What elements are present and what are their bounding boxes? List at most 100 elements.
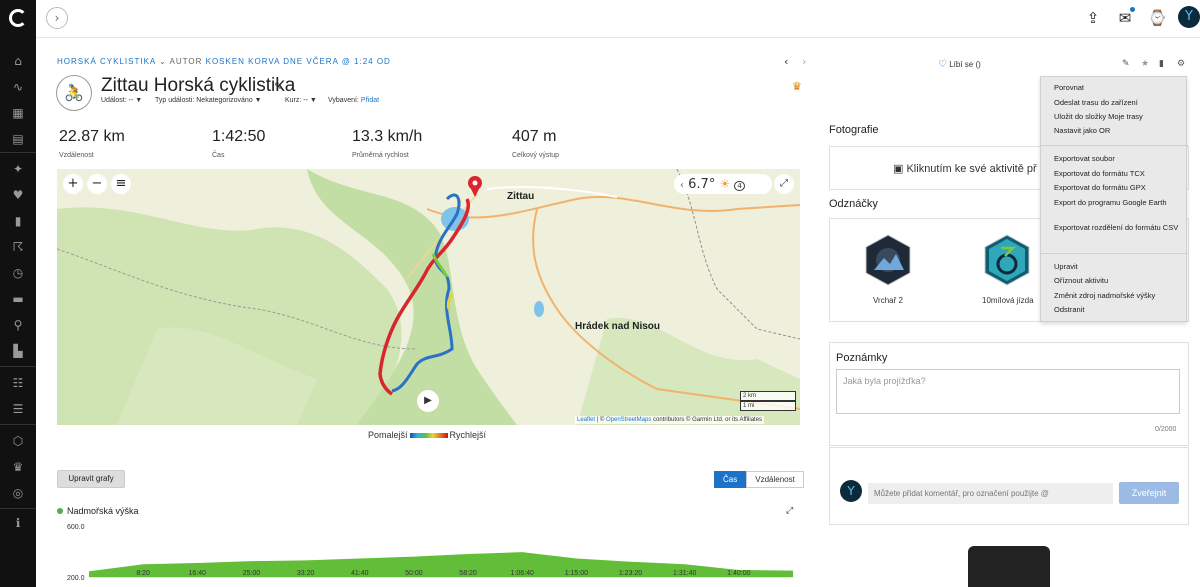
- chart-expand-icon[interactable]: ⤢: [786, 506, 793, 516]
- stat-distance: 22.87 km Vzdálenost: [59, 128, 125, 159]
- device-image: [968, 546, 1050, 587]
- elevation-chart-title: Nadmořská výška: [57, 506, 139, 516]
- shoe-icon[interactable]: ▬: [11, 292, 25, 306]
- notes-title: Poznámky: [836, 352, 888, 364]
- edit-title-icon[interactable]: ✎: [274, 80, 283, 93]
- garmin-logo[interactable]: [9, 9, 27, 27]
- reports-icon[interactable]: ▮: [11, 214, 25, 228]
- menu-item-save-course[interactable]: Uložit do složky Moje trasy: [1054, 112, 1179, 122]
- running-icon[interactable]: ☈: [11, 240, 25, 254]
- challenge-icon[interactable]: ◎: [11, 486, 25, 500]
- speed-legend: Pomalejší Rychlejší: [368, 430, 486, 440]
- stat-label: Celkový výstup: [512, 152, 560, 159]
- menu-item-export-csv[interactable]: Exportovat rozdělení do formátu CSV: [1054, 223, 1179, 233]
- activity-title[interactable]: Zittau Horská cyklistika: [101, 75, 295, 97]
- badges-icon[interactable]: ⬡: [11, 434, 25, 448]
- toggle-distance-button[interactable]: Vzdálenost: [746, 471, 804, 488]
- training-icon[interactable]: ✦: [11, 162, 25, 176]
- x-tick-label: 25:00: [243, 570, 261, 577]
- menu-divider: [1041, 253, 1188, 254]
- stat-value: 22.87 km: [59, 128, 125, 145]
- expand-sidebar-button[interactable]: ›: [46, 7, 68, 29]
- timer-icon[interactable]: ◷: [11, 266, 25, 280]
- menu-item-export-gpx[interactable]: Exportovat do formátu GPX: [1054, 183, 1179, 193]
- menu-item-delete[interactable]: Odstranit: [1054, 305, 1179, 315]
- stat-label: Čas: [212, 152, 225, 159]
- x-tick-label: 50:00: [405, 570, 423, 577]
- menu-item-trim[interactable]: Oříznout aktivitu: [1054, 276, 1179, 286]
- home-icon[interactable]: ⌂: [11, 54, 25, 68]
- menu-item-change-elevation[interactable]: Změnit zdroj nadmořské výšky: [1054, 291, 1179, 301]
- play-route-button[interactable]: ▶: [417, 390, 439, 412]
- badge-10-mile-icon[interactable]: [983, 234, 1031, 286]
- event-type-dropdown[interactable]: Typ události: Nekategorizováno ▼: [155, 97, 262, 104]
- course-dropdown[interactable]: Kurz: -- ▼: [285, 97, 317, 104]
- layers-icon[interactable]: ≡: [111, 174, 131, 194]
- add-gear-link[interactable]: Přidat: [361, 97, 379, 104]
- series-dot: [57, 508, 63, 514]
- map-label-city1: Zittau: [507, 191, 534, 202]
- weather-widget[interactable]: ‹ 6.7° ☀ 4: [674, 174, 772, 194]
- gear-icon[interactable]: ⚙: [1177, 59, 1185, 69]
- photo-upload-prompt[interactable]: ▣ Kliknutím ke své aktivitě př: [893, 162, 1037, 175]
- route-map[interactable]: Zittau Hrádek nad Nisou + − ≡ ‹ 6.7° ☀ 4…: [57, 169, 800, 425]
- x-tick-label: 41:40: [351, 570, 369, 577]
- breadcrumb: HORSKÁ CYKLISTIKA ⌄ AUTOR KOSKEN KORVA D…: [57, 57, 391, 66]
- next-activity-button[interactable]: ›: [802, 55, 806, 68]
- menu-item-edit[interactable]: Upravit: [1054, 262, 1179, 272]
- menu-item-export-google-earth[interactable]: Export do programu Google Earth: [1054, 198, 1179, 208]
- x-tick-label: 8:20: [136, 570, 150, 577]
- calendar-icon[interactable]: ▦: [11, 106, 25, 120]
- trophy-icon[interactable]: ♛: [792, 80, 802, 93]
- zoom-in-button[interactable]: +: [63, 174, 83, 194]
- groups-icon[interactable]: ☰: [11, 402, 25, 416]
- x-axis-toggle: Čas Vzdálenost: [714, 471, 804, 488]
- breadcrumb-author[interactable]: KOSKEN KORVA: [206, 57, 280, 66]
- user-avatar[interactable]: Y: [1178, 6, 1200, 28]
- x-tick-label: 1:40:00: [727, 570, 750, 577]
- device-icon[interactable]: ⌚: [1148, 9, 1167, 27]
- like-button[interactable]: ♡ Líbí se (): [938, 59, 981, 70]
- leaflet-link[interactable]: Leaflet: [577, 417, 595, 423]
- zoom-out-button[interactable]: −: [87, 174, 107, 194]
- badge-climber-icon[interactable]: [864, 234, 912, 286]
- x-tick-label: 1:23:20: [619, 570, 642, 577]
- publish-button[interactable]: Zveřejnit: [1119, 482, 1179, 504]
- notes-char-count: 0/2000: [1155, 426, 1177, 433]
- attribution-text: contributors © Garmin Ltd. or its Affili…: [651, 417, 763, 423]
- menu-item-compare[interactable]: Porovnat: [1054, 83, 1179, 93]
- edit-graphs-button[interactable]: Upravit grafy: [57, 470, 125, 488]
- trophy-icon[interactable]: ♛: [11, 460, 25, 474]
- map-fullscreen-icon[interactable]: ⤢: [774, 174, 794, 194]
- breadcrumb-category[interactable]: HORSKÁ CYKLISTIKA: [57, 57, 156, 66]
- osm-link[interactable]: OpenStreetMaps: [606, 417, 651, 423]
- sidebar-divider: [0, 152, 36, 153]
- info-icon[interactable]: ℹ: [11, 516, 25, 530]
- menu-item-send-course[interactable]: Odeslat trasu do zařízení: [1054, 98, 1179, 108]
- camera-icon: ▣: [893, 162, 904, 175]
- news-icon[interactable]: ▤: [11, 132, 25, 146]
- stats-icon[interactable]: ▙: [11, 344, 25, 358]
- x-tick-label: 16:40: [189, 570, 207, 577]
- star-icon[interactable]: ★: [1141, 59, 1149, 69]
- toggle-time-button[interactable]: Čas: [714, 471, 747, 488]
- edit-icon[interactable]: ✎: [1122, 59, 1130, 69]
- menu-item-export-tcx[interactable]: Exportovat do formátu TCX: [1054, 169, 1179, 179]
- prev-activity-button[interactable]: ‹: [784, 55, 788, 68]
- stat-elevation-gain: 407 m Celkový výstup: [512, 128, 559, 159]
- lock-icon[interactable]: ▮: [1159, 59, 1164, 69]
- comment-input[interactable]: Můžete přidat komentář, pro označení pou…: [868, 483, 1113, 504]
- health-icon[interactable]: ♥: [11, 188, 25, 202]
- sidebar-divider: [0, 424, 36, 425]
- activity-icon[interactable]: ∿: [11, 80, 25, 94]
- notes-textarea[interactable]: Jaká byla projížďka?: [836, 369, 1180, 414]
- elevation-chart[interactable]: 600.0 200.0 8:20 16:40 25:00 33:20 41:40 50:00 5…: [57, 520, 800, 587]
- menu-item-set-pr[interactable]: Nastavit jako OR: [1054, 126, 1179, 136]
- menu-item-export-file[interactable]: Exportovat soubor: [1054, 154, 1179, 164]
- connections-icon[interactable]: ☷: [11, 376, 25, 390]
- location-icon[interactable]: ⚲: [11, 318, 25, 332]
- event-dropdown[interactable]: Událost: -- ▼: [101, 97, 142, 104]
- x-tick-label: 1:06:40: [511, 570, 534, 577]
- weather-prev-icon[interactable]: ‹: [680, 180, 684, 191]
- upload-icon[interactable]: ⇪: [1084, 9, 1102, 27]
